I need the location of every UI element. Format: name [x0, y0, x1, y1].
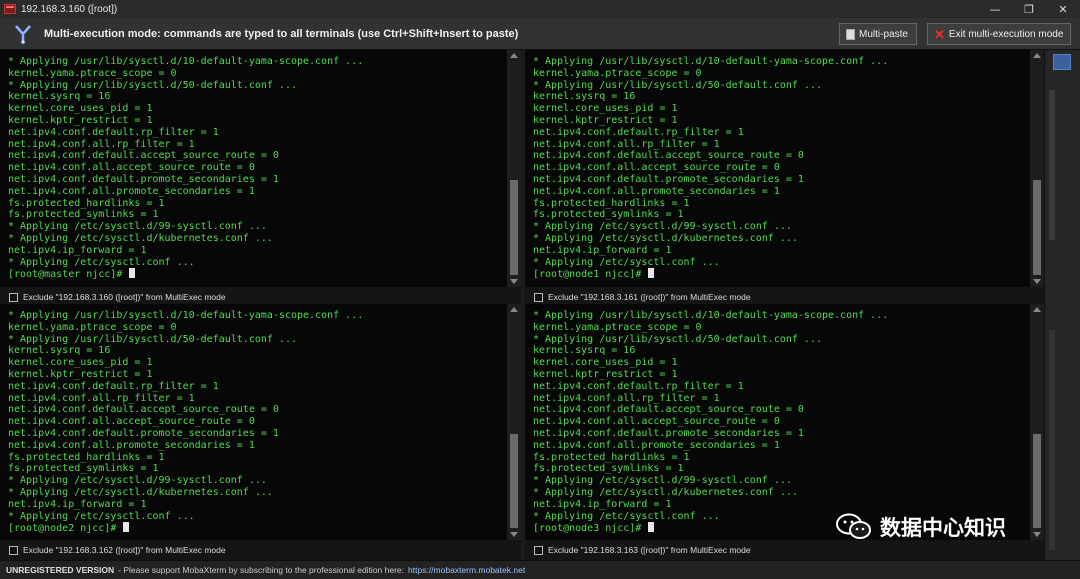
scroll-down-arrow-icon[interactable]	[510, 279, 518, 284]
exclude-checkbox[interactable]	[9, 292, 18, 302]
mobaxterm-app-icon	[4, 4, 16, 14]
shell-prompt: [root@node3 njcc]#	[533, 523, 648, 535]
terminal-scrollbar[interactable]	[1030, 50, 1044, 287]
terminal-lines: * Applying /usr/lib/sysctl.d/10-default-…	[533, 56, 889, 268]
exclude-label: Exclude "192.168.3.161 ([root])" from Mu…	[548, 292, 751, 302]
terminal-output: * Applying /usr/lib/sysctl.d/10-default-…	[0, 304, 507, 535]
scroll-up-arrow-icon[interactable]	[510, 53, 518, 58]
shell-prompt: [root@master njcc]#	[8, 269, 129, 281]
close-button[interactable]: ✕	[1046, 0, 1080, 18]
terminal-scrollbar[interactable]	[1030, 304, 1044, 540]
title-bar: 192.168.3.160 ([root]) — ❐ ✕	[0, 0, 1080, 18]
terminal-cursor	[123, 522, 130, 533]
wechat-watermark: 数据中心知识	[836, 512, 1006, 542]
scroll-up-arrow-icon[interactable]	[510, 307, 518, 312]
clipboard-icon	[846, 28, 855, 40]
status-bar: UNREGISTERED VERSION - Please support Mo…	[0, 560, 1080, 579]
terminal-scrollbar[interactable]	[507, 50, 521, 287]
subscription-link[interactable]: https://mobaxterm.mobatek.net	[408, 565, 525, 575]
multi-paste-button[interactable]: Multi-paste	[839, 23, 917, 45]
scroll-down-arrow-icon[interactable]	[1033, 532, 1041, 537]
scroll-up-arrow-icon[interactable]	[1033, 53, 1041, 58]
terminal-scrollbar[interactable]	[507, 304, 521, 540]
scroll-up-arrow-icon[interactable]	[1033, 307, 1041, 312]
edition-label: UNREGISTERED VERSION	[6, 565, 115, 575]
scroll-down-arrow-icon[interactable]	[1033, 279, 1041, 284]
exit-multiexec-button[interactable]: ✕ Exit multi-execution mode	[927, 23, 1071, 45]
exclude-checkbox[interactable]	[534, 545, 543, 555]
exclude-bar-node3: Exclude "192.168.3.163 ([root])" from Mu…	[525, 540, 1044, 560]
window-title: 192.168.3.160 ([root])	[21, 3, 118, 15]
terminal-pane-node1[interactable]: * Applying /usr/lib/sysctl.d/10-default-…	[525, 50, 1044, 287]
window-controls: — ❐ ✕	[978, 0, 1080, 18]
terminal-pane-master[interactable]: * Applying /usr/lib/sysctl.d/10-default-…	[0, 50, 521, 287]
scroll-thumb[interactable]	[1033, 434, 1041, 528]
terminal-pane-node3[interactable]: * Applying /usr/lib/sysctl.d/10-default-…	[525, 304, 1044, 540]
right-side-panel	[1044, 50, 1080, 560]
terminal-lines: * Applying /usr/lib/sysctl.d/10-default-…	[8, 310, 364, 522]
exclude-label: Exclude "192.168.3.163 ([root])" from Mu…	[548, 545, 751, 555]
user-session-icon[interactable]	[1053, 54, 1071, 70]
shell-prompt: [root@node2 njcc]#	[8, 523, 123, 535]
multiexec-fork-icon	[10, 21, 36, 47]
scroll-thumb[interactable]	[510, 434, 518, 528]
exclude-label: Exclude "192.168.3.162 ([root])" from Mu…	[23, 545, 226, 555]
support-message: - Please support MobaXterm by subscribin…	[118, 565, 405, 575]
terminal-cursor	[129, 268, 136, 279]
terminal-cursor	[648, 522, 655, 533]
exclude-checkbox[interactable]	[9, 545, 18, 555]
scroll-thumb[interactable]	[510, 180, 518, 275]
side-scrollbar-lower[interactable]	[1049, 330, 1055, 550]
terminal-lines: * Applying /usr/lib/sysctl.d/10-default-…	[533, 310, 889, 522]
multiexec-message: Multi-execution mode: commands are typed…	[44, 27, 519, 40]
shell-prompt: [root@node1 njcc]#	[533, 269, 648, 281]
restore-button[interactable]: ❐	[1012, 0, 1046, 18]
multiexec-banner: Multi-execution mode: commands are typed…	[0, 18, 1080, 50]
exclude-checkbox[interactable]	[534, 292, 543, 302]
terminal-output: * Applying /usr/lib/sysctl.d/10-default-…	[525, 304, 1030, 535]
exclude-bar-node2: Exclude "192.168.3.162 ([root])" from Mu…	[0, 540, 521, 560]
side-scrollbar[interactable]	[1049, 90, 1055, 240]
scroll-thumb[interactable]	[1033, 180, 1041, 275]
terminal-output: * Applying /usr/lib/sysctl.d/10-default-…	[525, 50, 1030, 281]
exit-multiexec-label: Exit multi-execution mode	[948, 28, 1064, 40]
wechat-logo-icon	[836, 513, 872, 541]
terminal-pane-node2[interactable]: * Applying /usr/lib/sysctl.d/10-default-…	[0, 304, 521, 540]
red-x-icon: ✕	[934, 26, 945, 42]
exclude-label: Exclude "192.168.3.160 ([root])" from Mu…	[23, 292, 226, 302]
terminal-output: * Applying /usr/lib/sysctl.d/10-default-…	[0, 50, 507, 281]
watermark-text: 数据中心知识	[880, 516, 1006, 540]
scroll-down-arrow-icon[interactable]	[510, 532, 518, 537]
terminal-cursor	[648, 268, 655, 279]
minimize-button[interactable]: —	[978, 0, 1012, 18]
multi-paste-label: Multi-paste	[859, 28, 908, 40]
terminal-lines: * Applying /usr/lib/sysctl.d/10-default-…	[8, 56, 364, 268]
